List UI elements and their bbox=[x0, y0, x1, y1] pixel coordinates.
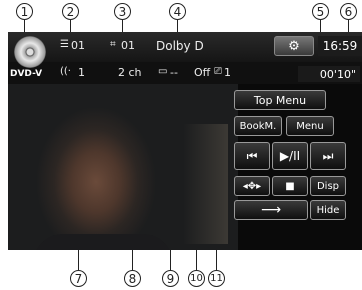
angle-number: 1 bbox=[224, 66, 231, 79]
cursor-icon: ◂✥▸ bbox=[242, 180, 262, 192]
subtitle-value: -- bbox=[170, 66, 178, 79]
play-pause-icon: ▶/II bbox=[279, 149, 301, 163]
stop-button[interactable]: ■ bbox=[272, 176, 308, 196]
video-subject-shoulder bbox=[33, 234, 173, 250]
callout-2: 2 bbox=[62, 3, 79, 20]
video-frame[interactable] bbox=[8, 84, 238, 250]
chapter-icon: ⌗ bbox=[110, 39, 116, 50]
video-highlight bbox=[183, 124, 228, 244]
callout-4: 4 bbox=[169, 3, 186, 20]
menu-button[interactable]: Menu bbox=[286, 116, 334, 136]
cursor-button[interactable]: ◂✥▸ bbox=[234, 176, 270, 196]
audio-format: Dolby D bbox=[156, 39, 204, 53]
audio-icon: ((· bbox=[60, 66, 71, 77]
callout-7: 7 bbox=[70, 270, 87, 287]
source-label: DVD-V bbox=[10, 69, 43, 79]
callout-8: 8 bbox=[124, 270, 141, 287]
elapsed-time: 00'10" bbox=[298, 66, 360, 82]
player-screen: DVD-V ☰ 01 ⌗ 01 Dolby D ⚙ 16:59 ((· 1 2 … bbox=[8, 32, 362, 250]
prev-button[interactable]: ⏮ bbox=[234, 142, 270, 170]
arrow-button[interactable]: ⟶ bbox=[234, 200, 308, 220]
title-number: 01 bbox=[71, 39, 85, 52]
top-menu-button[interactable]: Top Menu bbox=[234, 90, 326, 110]
chapter-number: 01 bbox=[121, 39, 135, 52]
next-button[interactable]: ⏭ bbox=[310, 142, 346, 170]
hide-button[interactable]: Hide bbox=[310, 200, 346, 220]
callout-9: 9 bbox=[162, 270, 179, 287]
angle-icon: ⎚ bbox=[214, 66, 222, 77]
callout-1: 1 bbox=[16, 3, 33, 20]
audio-track: 1 bbox=[78, 66, 85, 79]
callout-10: 10 bbox=[188, 270, 205, 287]
subtitle-state: Off bbox=[194, 66, 211, 79]
settings-button[interactable]: ⚙ bbox=[274, 36, 314, 56]
stop-icon: ■ bbox=[285, 180, 295, 192]
bookmark-button[interactable]: BookM. bbox=[234, 116, 282, 136]
callout-5: 5 bbox=[312, 3, 329, 20]
audio-channels: 2 ch bbox=[118, 66, 142, 79]
skip-back-icon: ⏮ bbox=[246, 148, 258, 163]
disc-icon bbox=[14, 36, 46, 68]
callout-11: 11 bbox=[208, 270, 225, 287]
callout-6: 6 bbox=[340, 3, 357, 20]
skip-forward-icon: ⏭ bbox=[322, 148, 334, 163]
title-icon: ☰ bbox=[60, 39, 69, 50]
callout-3: 3 bbox=[114, 3, 131, 20]
disp-button[interactable]: Disp bbox=[310, 176, 346, 196]
right-arrow-icon: ⟶ bbox=[260, 202, 282, 218]
subtitle-icon: ▭ bbox=[158, 66, 168, 77]
play-pause-button[interactable]: ▶/II bbox=[272, 142, 308, 170]
gear-icon: ⚙ bbox=[288, 38, 300, 54]
clock: 16:59 bbox=[318, 36, 362, 56]
